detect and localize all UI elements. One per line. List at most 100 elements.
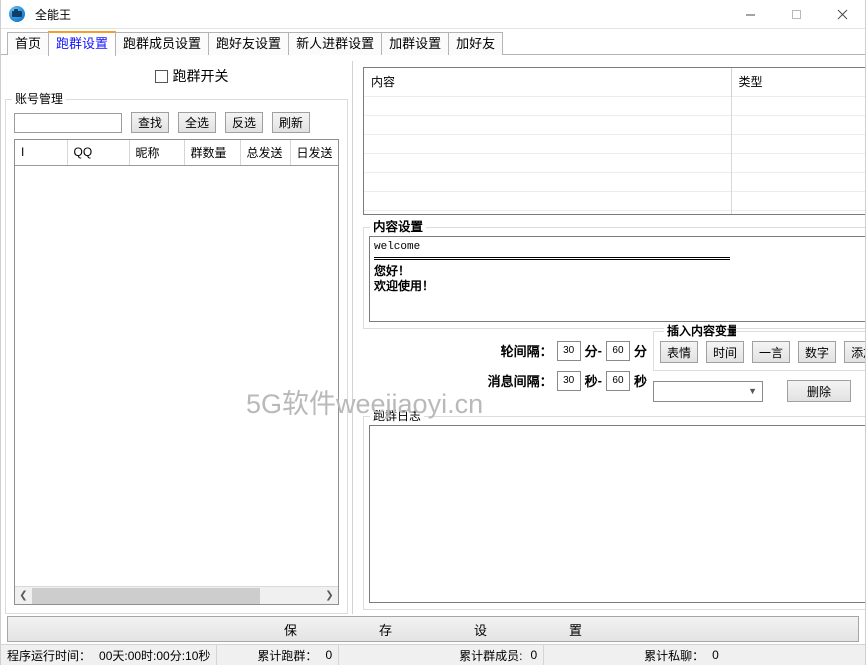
delete-button[interactable]: 删除: [787, 380, 851, 402]
content-editor-text[interactable]: welcome 您好！ 欢迎使用！: [370, 237, 865, 321]
main-content: 跑群开关 账号管理 查找 全选 反选 刷新 I QQ 昵称 群数量 总发送 日发…: [1, 55, 865, 614]
table-row[interactable]: [364, 209, 865, 214]
column-header-daily-sent[interactable]: 日发送: [290, 140, 338, 166]
status-members: 累计群成员: 0: [339, 645, 545, 665]
insert-image-button[interactable]: 添加图片: [844, 341, 865, 363]
content-type-select[interactable]: ▼: [653, 380, 763, 402]
insert-number-button[interactable]: 数字: [798, 341, 837, 363]
interval-and-insert-row: 轮间隔： 30 分 - 60 分 消息间隔： 30 秒 - 60 秒 插入内容变…: [363, 324, 865, 402]
status-bar: 程序运行时间： 00天:00时:00分:10秒 累计跑群： 0 累计群成员: 0…: [1, 644, 865, 665]
content-settings-group: 内容设置 welcome 您好！ 欢迎使用！ ▲ ▼: [363, 220, 865, 329]
table-row[interactable]: [364, 95, 865, 115]
round-interval-min-input[interactable]: 30: [556, 340, 581, 361]
account-toolbar: 查找 全选 反选 刷新: [14, 112, 341, 133]
status-groups-value: 0: [325, 648, 333, 662]
scrollbar-thumb[interactable]: [32, 587, 261, 604]
tab-bar: 首页 跑群设置 跑群成员设置 跑好友设置 新人进群设置 加群设置 加好友: [1, 29, 865, 56]
left-panel: 跑群开关 账号管理 查找 全选 反选 刷新 I QQ 昵称 群数量 总发送 日发…: [5, 61, 353, 614]
save-char-4: 置: [569, 622, 583, 638]
insert-emoji-button[interactable]: 表情: [660, 341, 699, 363]
round-interval-dash: -: [597, 343, 602, 358]
content-table: 内容 类型: [364, 68, 865, 214]
select-all-button[interactable]: 全选: [178, 112, 217, 133]
status-runtime-value: 00天:00时:00分:10秒: [99, 648, 211, 663]
chevron-down-icon[interactable]: ▼: [748, 386, 757, 396]
account-table-header: I QQ 昵称 群数量 总发送 日发送: [15, 140, 338, 166]
editor-line-welcome: welcome: [374, 241, 421, 253]
editor-line-welcome-cn: 欢迎使用！: [374, 279, 435, 293]
content-editor[interactable]: welcome 您好！ 欢迎使用！ ▲ ▼: [369, 236, 865, 322]
message-interval-label: 消息间隔：: [487, 374, 553, 389]
group-log-group: 跑群日志 ▲ ▼: [363, 409, 865, 610]
account-management-title: 账号管理: [12, 92, 67, 106]
status-members-label: 累计群成员:: [459, 648, 523, 663]
table-header-row: I QQ 昵称 群数量 总发送 日发送: [15, 140, 338, 166]
scrollbar-track[interactable]: [32, 587, 321, 604]
search-input[interactable]: [14, 112, 122, 133]
table-row[interactable]: [364, 133, 865, 153]
chevron-left-icon[interactable]: ❮: [15, 587, 32, 604]
status-groups: 累计跑群： 0: [217, 645, 340, 665]
tab-group-member-settings[interactable]: 跑群成员设置: [115, 32, 210, 55]
tab-friend-settings[interactable]: 跑好友设置: [208, 32, 290, 55]
content-list-table[interactable]: 内容 类型: [363, 67, 865, 215]
tab-home[interactable]: 首页: [7, 32, 50, 55]
column-header-type[interactable]: 类型: [731, 68, 865, 96]
message-interval-min-input[interactable]: 30: [556, 370, 581, 391]
window-controls: [727, 0, 865, 28]
save-settings-button[interactable]: 保 存 设 置: [7, 616, 859, 642]
account-table[interactable]: I QQ 昵称 群数量 总发送 日发送 ❮ ❯: [14, 139, 339, 605]
invert-selection-button[interactable]: 反选: [225, 112, 264, 133]
app-icon: [9, 6, 25, 22]
tab-group-settings[interactable]: 跑群设置: [48, 31, 117, 56]
account-table-hscrollbar[interactable]: ❮ ❯: [15, 586, 338, 604]
group-log-box[interactable]: ▲ ▼: [369, 425, 865, 603]
column-header-nickname[interactable]: 昵称: [129, 140, 185, 166]
table-row[interactable]: [364, 171, 865, 191]
save-settings-label: 保 存 设 置: [284, 620, 582, 639]
status-members-value: 0: [530, 648, 538, 662]
tab-add-group-settings[interactable]: 加群设置: [381, 32, 450, 55]
insert-time-button[interactable]: 时间: [706, 341, 745, 363]
message-interval-max-input[interactable]: 60: [605, 370, 630, 391]
tab-new-member-settings[interactable]: 新人进群设置: [288, 32, 383, 55]
minimize-icon[interactable]: [727, 0, 773, 28]
round-interval-unit-2: 分: [633, 344, 647, 359]
group-log-title: 跑群日志: [370, 409, 425, 423]
column-header-qq[interactable]: QQ: [67, 140, 130, 166]
application-window: 全能王 首页 跑群设置 跑群成员设置 跑好友设置 新人进群设置 加群设置 加好友: [0, 0, 866, 665]
column-header-total-sent[interactable]: 总发送: [240, 140, 291, 166]
refresh-button[interactable]: 刷新: [272, 112, 311, 133]
chevron-right-icon[interactable]: ❯: [321, 587, 338, 604]
status-runtime-label: 程序运行时间：: [7, 648, 92, 663]
close-icon[interactable]: [819, 0, 865, 28]
maximize-icon[interactable]: [773, 0, 819, 28]
account-management-group: 账号管理 查找 全选 反选 刷新 I QQ 昵称 群数量 总发送 日发送 ❮ ❯: [5, 92, 348, 614]
account-table-body[interactable]: [15, 166, 338, 587]
column-header-index[interactable]: I: [15, 140, 68, 166]
column-header-content[interactable]: 内容: [364, 68, 732, 96]
editor-divider: [374, 257, 730, 260]
round-interval-unit-1: 分: [584, 344, 598, 359]
insert-variable-buttons: 表情 时间 一言 数字 添加图片: [660, 341, 865, 363]
window-title: 全能王: [35, 7, 72, 22]
round-interval-max-input[interactable]: 60: [605, 340, 630, 361]
table-row[interactable]: [364, 114, 865, 134]
find-button[interactable]: 查找: [131, 112, 170, 133]
tab-add-friend[interactable]: 加好友: [448, 32, 504, 55]
insert-variable-group: 插入内容变量 表情 时间 一言 数字 添加图片: [653, 324, 865, 371]
column-header-group-count[interactable]: 群数量: [184, 140, 241, 166]
editor-line-greeting: 您好！: [374, 264, 411, 278]
insert-variable-title: 插入内容变量: [664, 324, 736, 338]
group-switch-checkbox[interactable]: [154, 69, 168, 83]
insert-quote-button[interactable]: 一言: [752, 341, 791, 363]
content-settings-title: 内容设置: [370, 220, 427, 234]
round-interval-row: 轮间隔： 30 分 - 60 分: [501, 336, 647, 366]
table-row[interactable]: [364, 152, 865, 172]
message-interval-row: 消息间隔： 30 秒 - 60 秒: [488, 366, 647, 396]
group-switch-row[interactable]: 跑群开关: [5, 61, 348, 91]
insert-and-actions: 插入内容变量 表情 时间 一言 数字 添加图片 ▼ 删除: [653, 324, 865, 402]
message-interval-dash: -: [597, 373, 602, 388]
table-row[interactable]: [364, 190, 865, 210]
group-switch-label: 跑群开关: [172, 68, 229, 84]
